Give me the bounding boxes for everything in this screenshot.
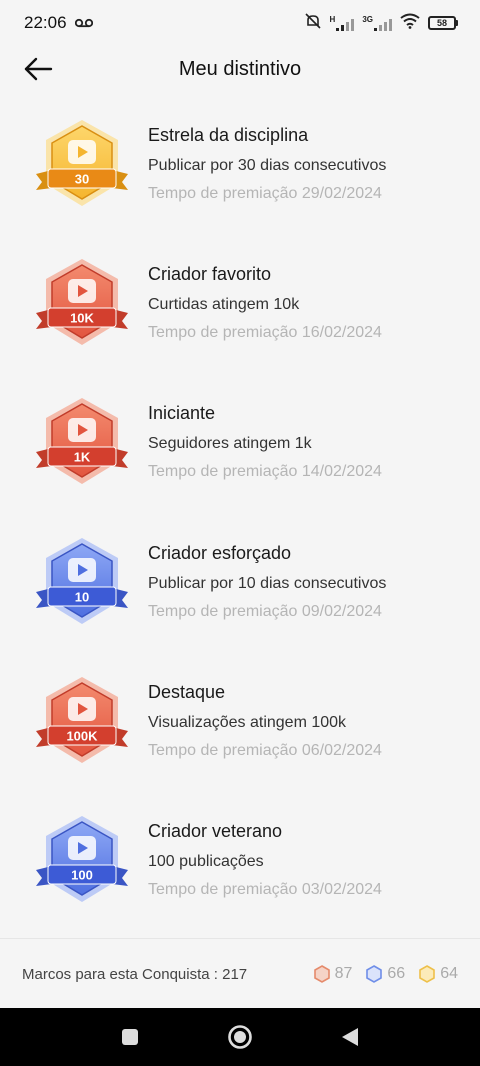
badge-item[interactable]: 10 Criador esforçado Publicar por 10 dia… bbox=[0, 522, 480, 661]
red-badge-count: 87 bbox=[313, 965, 352, 983]
badge-award-time: Tempo de premiação 06/02/2024 bbox=[148, 741, 382, 759]
gold-badge-count: 64 bbox=[419, 965, 458, 983]
badge-award-time: Tempo de premiação 16/02/2024 bbox=[148, 324, 382, 342]
badge-medal-label: 1K bbox=[74, 450, 91, 465]
page-title: Meu distintivo bbox=[178, 57, 302, 80]
badge-medal-icon: 30 bbox=[30, 116, 134, 212]
gold-hexagon-icon bbox=[419, 965, 436, 983]
voicemail-icon bbox=[74, 13, 93, 33]
badge-description: Seguidores atingem 1k bbox=[148, 435, 312, 453]
back-button[interactable] bbox=[20, 54, 56, 84]
badge-name: Criador veterano bbox=[148, 820, 283, 841]
badge-medal-label: 10K bbox=[70, 311, 94, 326]
badge-name: Iniciante bbox=[148, 403, 216, 424]
badge-name: Estrela da disciplina bbox=[148, 125, 309, 145]
badge-award-time: Tempo de premiação 14/02/2024 bbox=[148, 463, 382, 481]
recents-button[interactable] bbox=[115, 1022, 145, 1052]
badge-medal-icon: 1K bbox=[30, 394, 134, 490]
badge-medal-icon: 100K bbox=[30, 673, 134, 769]
system-nav-bar bbox=[0, 1008, 480, 1066]
badge-item[interactable]: 100K Destaque Visualizações atingem 100k… bbox=[0, 661, 480, 800]
badge-item[interactable]: 30 Estrela da disciplina Publicar por 30… bbox=[0, 104, 480, 243]
triangle-back-icon bbox=[342, 1028, 358, 1046]
blue-badge-count: 66 bbox=[366, 965, 405, 983]
wifi-icon bbox=[400, 13, 420, 34]
badge-item[interactable]: 100 Criador veterano 100 publicações Tem… bbox=[0, 800, 480, 939]
badge-name: Criador esforçado bbox=[148, 542, 292, 563]
red-hexagon-icon bbox=[313, 965, 330, 983]
home-button[interactable] bbox=[225, 1022, 255, 1052]
status-time: 22:06 bbox=[24, 13, 67, 32]
badge-description: Publicar por 10 dias consecutivos bbox=[148, 574, 387, 592]
badge-description: Curtidas atingem 10k bbox=[148, 296, 300, 314]
badge-medal-label: 100K bbox=[66, 728, 98, 743]
badge-item[interactable]: 1K Iniciante Seguidores atingem 1k Tempo… bbox=[0, 382, 480, 521]
badge-award-time: Tempo de premiação 09/02/2024 bbox=[148, 602, 382, 620]
status-bar: 22:06 H 3G 58 bbox=[0, 0, 480, 46]
badge-award-time: Tempo de premiação 03/02/2024 bbox=[148, 880, 382, 898]
mute-icon bbox=[304, 12, 322, 35]
badge-description: 100 publicações bbox=[148, 852, 264, 870]
milestones-label: Marcos para esta Conquista : 217 bbox=[22, 965, 248, 983]
badge-medal-label: 30 bbox=[75, 172, 89, 187]
badge-medal-icon: 10K bbox=[30, 255, 134, 351]
badge-medal-label: 10 bbox=[75, 589, 89, 604]
circle-icon bbox=[228, 1025, 252, 1049]
badge-name: Criador favorito bbox=[148, 264, 272, 285]
badge-award-time: Tempo de premiação 29/02/2024 bbox=[148, 185, 382, 202]
footer: Marcos para esta Conquista : 217 87 66 6… bbox=[0, 946, 480, 1002]
header: Meu distintivo bbox=[0, 46, 480, 92]
battery-icon: 58 bbox=[428, 16, 458, 30]
badge-medal-icon: 10 bbox=[30, 534, 134, 630]
square-icon bbox=[122, 1029, 138, 1045]
badge-medal-icon: 100 bbox=[30, 812, 134, 908]
badge-item[interactable]: 10K Criador favorito Curtidas atingem 10… bbox=[0, 243, 480, 382]
signal-3g-icon: 3G bbox=[362, 15, 392, 31]
badge-name: Destaque bbox=[148, 681, 226, 702]
blue-hexagon-icon bbox=[366, 965, 383, 983]
badge-medal-label: 100 bbox=[71, 867, 93, 882]
back-nav-button[interactable] bbox=[335, 1022, 365, 1052]
badge-counts: 87 66 64 bbox=[313, 965, 458, 983]
signal-h-icon: H bbox=[330, 15, 355, 31]
footer-divider bbox=[0, 938, 480, 939]
badge-description: Publicar por 30 dias consecutivos bbox=[148, 157, 387, 174]
badge-description: Visualizações atingem 100k bbox=[148, 713, 347, 731]
badge-list: 30 Estrela da disciplina Publicar por 30… bbox=[0, 104, 480, 939]
arrow-left-icon bbox=[24, 57, 53, 81]
